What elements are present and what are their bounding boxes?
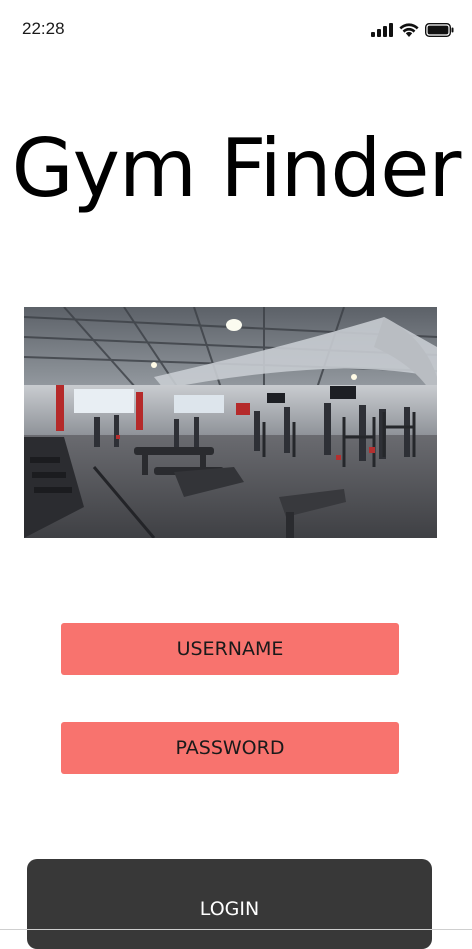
app-title: Gym Finder xyxy=(11,122,462,215)
signal-icon xyxy=(371,22,393,37)
battery-icon xyxy=(425,22,454,37)
gym-hero-image xyxy=(24,307,437,538)
password-field[interactable] xyxy=(61,722,399,774)
status-bar: 22:28 xyxy=(0,0,472,60)
wifi-icon xyxy=(399,23,419,37)
bottom-divider xyxy=(0,929,472,930)
gym-photo xyxy=(24,307,437,538)
status-time: 22:28 xyxy=(22,19,65,38)
login-button-label: LOGIN xyxy=(199,898,260,920)
username-field[interactable] xyxy=(61,623,399,675)
status-icons xyxy=(371,22,454,37)
login-button[interactable]: LOGIN xyxy=(27,859,432,949)
